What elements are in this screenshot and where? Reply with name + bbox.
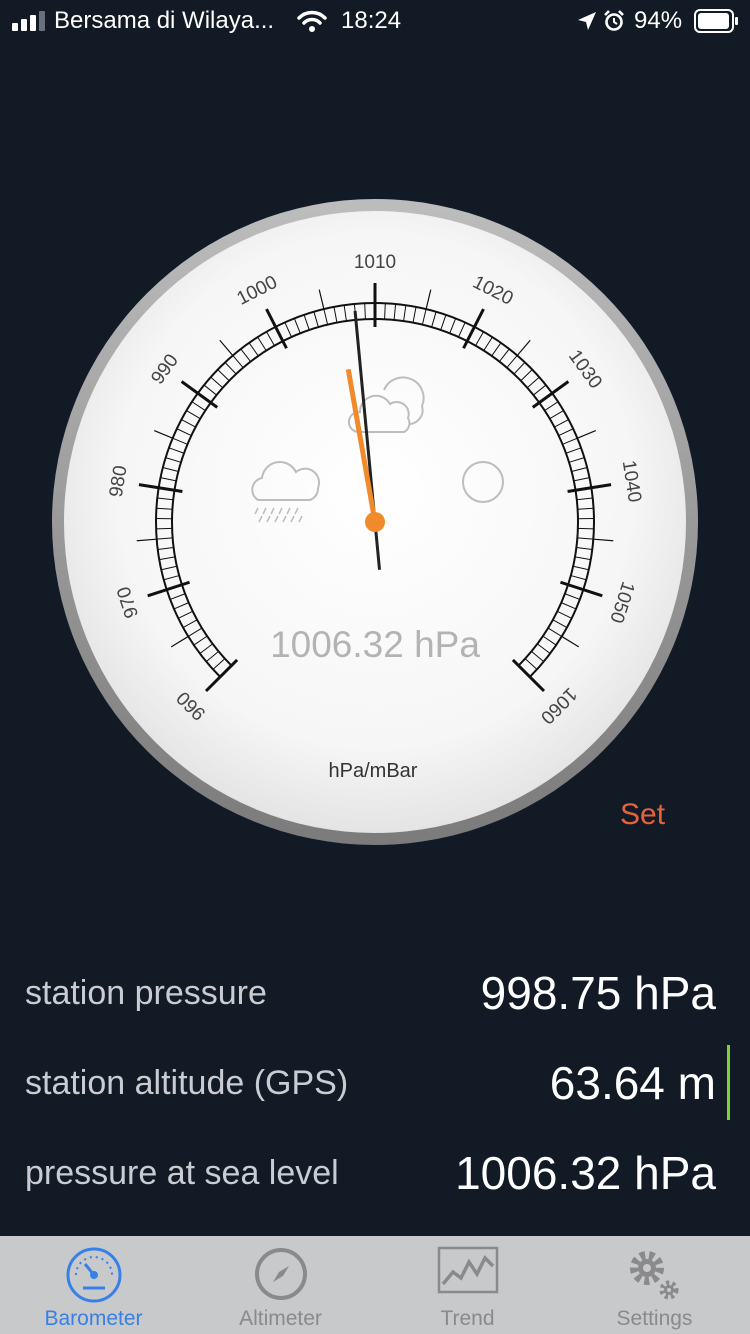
- set-button[interactable]: Set: [620, 798, 665, 832]
- compass-icon: [254, 1248, 307, 1300]
- station-altitude-value[interactable]: 63.64 m: [550, 1056, 716, 1110]
- gears-icon: [629, 1251, 678, 1300]
- scale-minor-tick: [156, 527, 173, 530]
- tab-label-barometer: Barometer: [44, 1307, 143, 1330]
- sea-level-pressure-label: pressure at sea level: [25, 1154, 339, 1192]
- needle-hub: [365, 512, 385, 532]
- tab-label-settings: Settings: [616, 1307, 693, 1330]
- tab-label-trend: Trend: [440, 1307, 495, 1330]
- gauge-readout: 1006.32 hPa: [270, 624, 480, 665]
- sea-level-pressure-value: 1006.32 hPa: [455, 1147, 716, 1199]
- station-pressure-value: 998.75 hPa: [480, 967, 716, 1019]
- tab-trend[interactable]: Trend: [374, 1236, 561, 1334]
- tab-bar: Barometer Altimeter Trend Settings: [0, 1236, 750, 1334]
- sea-level-pressure-row: pressure at sea level 1006.32 hPa: [0, 1140, 750, 1210]
- scale-label: 1010: [354, 252, 396, 273]
- tab-label-altimeter: Altimeter: [239, 1307, 322, 1330]
- station-pressure-row: station pressure 998.75 hPa: [0, 960, 750, 1030]
- tab-settings[interactable]: Settings: [561, 1236, 748, 1334]
- barometer-gauge: 9609709809901000101010201030104010501060…: [52, 199, 698, 845]
- station-altitude-label: station altitude (GPS): [25, 1064, 349, 1102]
- barometer-icon: [66, 1247, 121, 1303]
- station-pressure-label: station pressure: [25, 974, 267, 1012]
- gauge-unit: hPa/mBar: [329, 760, 418, 782]
- trend-chart-icon: [437, 1246, 498, 1294]
- scale-minor-tick: [577, 527, 594, 530]
- text-cursor: [727, 1045, 730, 1120]
- station-altitude-row[interactable]: station altitude (GPS) 63.64 m: [0, 1050, 750, 1120]
- tab-altimeter[interactable]: Altimeter: [187, 1236, 374, 1334]
- tab-barometer[interactable]: Barometer: [0, 1236, 187, 1334]
